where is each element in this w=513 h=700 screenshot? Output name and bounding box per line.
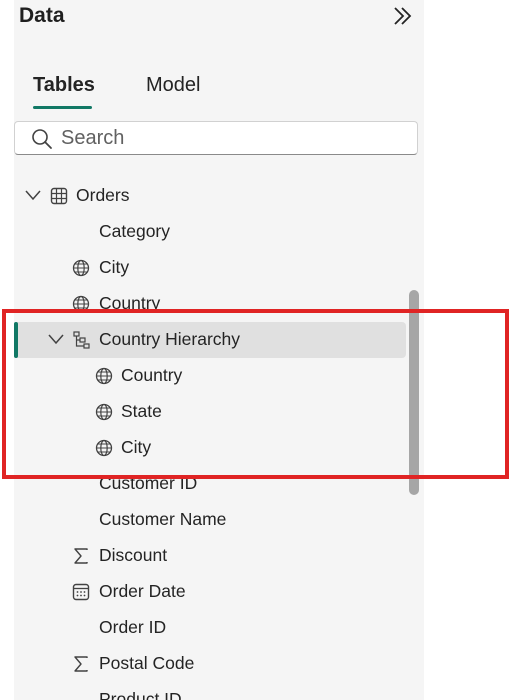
collapse-pane-button[interactable] — [392, 6, 414, 26]
field-label: Discount — [99, 545, 168, 565]
pane-title: Data — [19, 4, 65, 27]
field-label: Customer Name — [99, 509, 227, 529]
field-city[interactable]: City — [14, 250, 406, 286]
field-label: City — [99, 257, 130, 277]
active-tab-indicator — [33, 106, 92, 109]
search-icon — [32, 129, 52, 149]
field-label: Order ID — [99, 617, 167, 637]
field-postal-code[interactable]: Postal Code — [14, 646, 406, 682]
field-product-id[interactable]: Product ID — [14, 682, 406, 700]
globe-icon — [72, 259, 90, 277]
search-box[interactable] — [14, 121, 418, 155]
double-chevron-right-icon — [394, 7, 412, 25]
field-customer-name[interactable]: Customer Name — [14, 502, 406, 538]
tree-item-label: Orders — [76, 185, 130, 205]
tree-item-orders[interactable]: Orders — [14, 178, 406, 214]
sigma-icon — [74, 548, 88, 564]
chevron-down-icon[interactable] — [25, 189, 41, 201]
field-category[interactable]: Category — [14, 214, 406, 250]
field-label: Postal Code — [99, 653, 195, 673]
search-input[interactable] — [61, 125, 401, 151]
tab-model[interactable]: Model — [146, 74, 200, 97]
annotation-highlight-box — [2, 309, 509, 479]
tab-tables[interactable]: Tables — [33, 74, 95, 97]
field-label: Order Date — [99, 581, 186, 601]
field-label: Product ID — [99, 689, 182, 700]
calendar-icon — [72, 583, 90, 601]
table-icon — [50, 187, 68, 205]
sigma-icon — [74, 656, 88, 672]
field-label: Category — [99, 221, 171, 241]
field-order-id[interactable]: Order ID — [14, 610, 406, 646]
field-order-date[interactable]: Order Date — [14, 574, 406, 610]
field-discount[interactable]: Discount — [14, 538, 406, 574]
